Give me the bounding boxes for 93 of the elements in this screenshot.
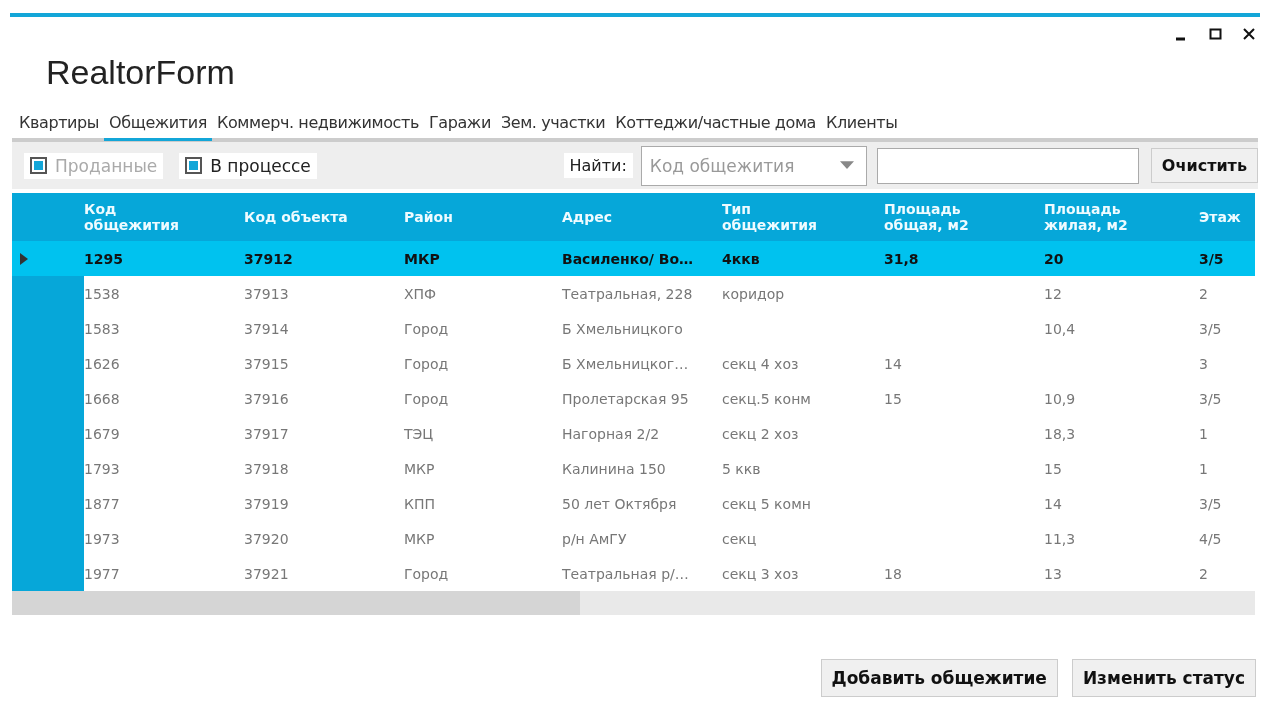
table-cell-text: 14 xyxy=(884,355,903,372)
table-cell-text: Б Хмельницког… xyxy=(562,355,690,372)
table-cell-text: 37918 xyxy=(244,460,290,477)
table-cell-text: 1626 xyxy=(84,355,121,372)
table-cell-text: 37919 xyxy=(244,495,290,512)
search-field[interactable] xyxy=(876,147,1139,184)
action-button[interactable]: Добавить общежитие xyxy=(820,659,1058,697)
table-cell-text: 15 xyxy=(884,390,903,407)
table-cell-text: 37917 xyxy=(244,425,290,442)
table-cell-text: МКР xyxy=(404,250,441,267)
checkbox[interactable]: В процессе xyxy=(179,152,317,179)
table-cell-text: 1973 xyxy=(84,530,121,547)
table-cell-text: секц 4 хоз xyxy=(722,355,800,372)
table-cell-text: 37912 xyxy=(244,250,294,267)
close-icon[interactable] xyxy=(1242,27,1256,41)
table-cell-text: 37920 xyxy=(244,530,290,547)
table-cell-text: ХПФ xyxy=(404,285,438,302)
table-cell-text: 4ккв xyxy=(722,250,761,267)
table-cell-text: 1538 xyxy=(84,285,121,302)
table-cell-text: 13 xyxy=(1044,565,1063,582)
table-cell-text: Город xyxy=(404,355,450,372)
table-cell-text: 1583 xyxy=(84,320,121,337)
table-cell-text: 12 xyxy=(1044,285,1063,302)
table-cell-text: секц 5 комн xyxy=(722,495,812,512)
tab[interactable]: Квартиры xyxy=(14,113,105,141)
table-cell-text: 4/5 xyxy=(1199,530,1223,547)
table-cell-text: ТЭЦ xyxy=(404,425,435,442)
tab[interactable]: Коттеджи/частные дома xyxy=(610,113,821,141)
table-cell-text: 10,9 xyxy=(1044,390,1077,407)
table-cell-text: 3/5 xyxy=(1199,320,1223,337)
table-cell-text: 14 xyxy=(1044,495,1063,512)
table-cell-text: 10,4 xyxy=(1044,320,1077,337)
table-cell-text: 31,8 xyxy=(884,250,920,267)
table-cell-text: 1679 xyxy=(84,425,121,442)
table-cell-text: 50 лет Октября xyxy=(562,495,678,512)
table-cell-text: Нагорная 2/2 xyxy=(562,425,661,442)
table-cell-text: секц.5 конм xyxy=(722,390,812,407)
table-cell-text: 1793 xyxy=(84,460,121,477)
row-header[interactable] xyxy=(12,276,84,311)
tab[interactable]: Клиенты xyxy=(820,113,903,141)
table-cell-text: 3/5 xyxy=(1199,495,1223,512)
table-cell-text: Город xyxy=(404,390,450,407)
table-cell-text: 1977 xyxy=(84,565,121,582)
search-label: Найти: xyxy=(563,153,633,178)
caret-icon xyxy=(839,161,854,170)
tab[interactable]: Гаражи xyxy=(423,113,496,141)
clear-button[interactable]: Очистить xyxy=(1150,148,1258,183)
table-cell-text: 3/5 xyxy=(1199,390,1223,407)
table-cell-text: 15 xyxy=(1044,460,1063,477)
table-cell-text: 37916 xyxy=(244,390,290,407)
table-cell-text: секц 3 хоз xyxy=(722,565,800,582)
table-cell-text: 18,3 xyxy=(1044,425,1077,442)
table-cell-text: Театральная, 228 xyxy=(562,285,694,302)
horizontal-scrollbar[interactable] xyxy=(12,591,1255,615)
table-cell-text: секц 2 хоз xyxy=(722,425,800,442)
table-cell-text: 37914 xyxy=(244,320,290,337)
table-cell-text: 1 xyxy=(1199,460,1209,477)
table-cell-text: коридор xyxy=(722,285,786,302)
table-cell-text: р/н АмГУ xyxy=(562,530,628,547)
table-cell-text: 1295 xyxy=(84,250,124,267)
table-cell-text: Театральная р/… xyxy=(562,565,690,582)
table-cell-text: 2 xyxy=(1199,565,1209,582)
table-cell-text: Пролетарская 95 xyxy=(562,390,690,407)
table-cell-text: секц xyxy=(722,530,758,547)
row-header[interactable] xyxy=(12,556,84,591)
table-cell-text: 5 ккв xyxy=(722,460,762,477)
table-cell-text: 37915 xyxy=(244,355,290,372)
window-title: RealtorForm xyxy=(46,53,235,92)
table-cell-text: Василенко/ Во… xyxy=(562,250,695,267)
table-cell-text: КПП xyxy=(404,495,436,512)
tab[interactable]: Зем. участки xyxy=(495,113,611,141)
table-cell-text: МКР xyxy=(404,530,436,547)
table-cell-text: 3 xyxy=(1199,355,1209,372)
table-cell-text: 1877 xyxy=(84,495,121,512)
table-cell-text: Калинина 150 xyxy=(562,460,667,477)
tab[interactable]: Коммерч. недвижимость xyxy=(212,113,424,141)
table-cell-text: Город xyxy=(404,565,450,582)
table-cell-text: 3/5 xyxy=(1199,250,1225,267)
table-cell-text: Город xyxy=(404,320,450,337)
table-cell-text: 1668 xyxy=(84,390,121,407)
action-button[interactable]: Изменить статус xyxy=(1071,659,1256,697)
table-cell-text: 37913 xyxy=(244,285,290,302)
table-cell-text: МКР xyxy=(404,460,436,477)
table-cell-text: 37921 xyxy=(244,565,290,582)
row-pointer-icon xyxy=(20,252,28,265)
table-cell-text: 18 xyxy=(884,565,903,582)
table-cell-text: 1 xyxy=(1199,425,1209,442)
table-cell-text: 20 xyxy=(1044,250,1065,267)
table-cell-text: Б Хмельницкого xyxy=(562,320,684,337)
table-cell-text: 11,3 xyxy=(1044,530,1077,547)
maximize-icon[interactable] xyxy=(1208,27,1222,41)
table-cell-text: 2 xyxy=(1199,285,1209,302)
scrollbar-thumb[interactable] xyxy=(12,591,580,615)
